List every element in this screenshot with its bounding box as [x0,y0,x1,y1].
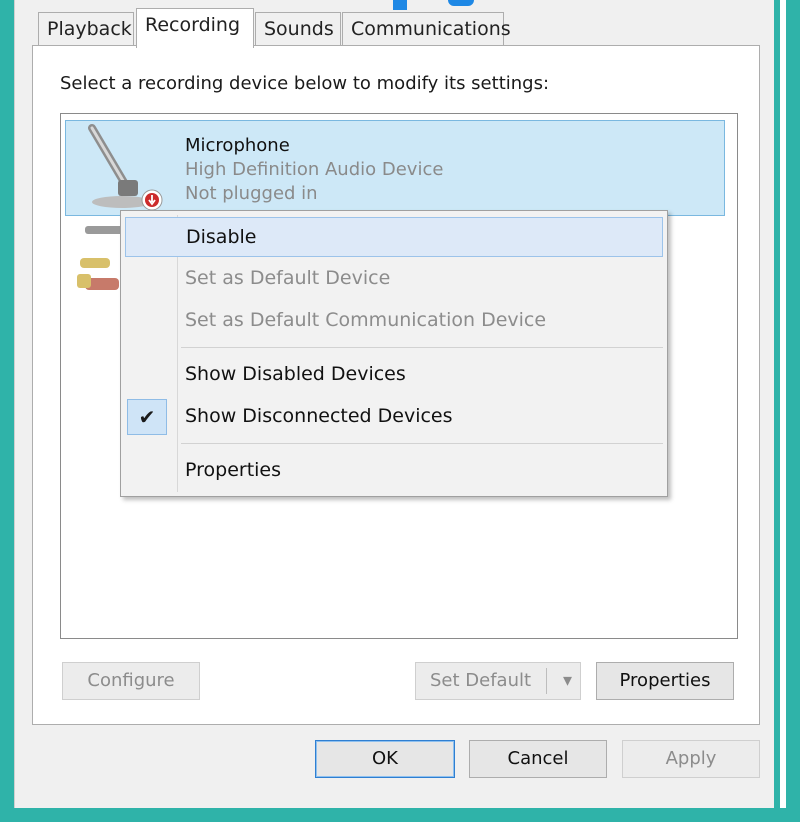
menu-item-show-disconnected[interactable]: Show Disconnected Devices [125,397,663,437]
window-border-gap [780,0,786,822]
tab-communications[interactable]: Communications [342,12,511,46]
chevron-down-icon[interactable]: ▾ [563,663,572,699]
menu-separator [181,347,663,348]
device-status: Not plugged in [185,183,318,204]
menu-item-show-disabled[interactable]: Show Disabled Devices [125,355,663,395]
tab-playback[interactable]: Playback [38,12,134,46]
set-default-label: Set Default [430,670,532,691]
line-in-icon [77,226,125,290]
device-name: Microphone [185,135,290,156]
window-border-right [774,0,800,822]
ok-button[interactable]: OK [315,740,455,778]
sound-dialog: Playback Recording Sounds Communications… [0,0,800,822]
window-border-bottom [0,808,800,822]
menu-separator [181,443,663,444]
tab-recording[interactable]: Recording [136,8,254,48]
menu-item-set-default-device[interactable]: Set as Default Device [125,259,663,299]
set-default-button[interactable]: Set Default ▾ [415,662,581,700]
properties-button[interactable]: Properties [596,662,734,700]
menu-item-disable[interactable]: Disable [125,217,663,257]
configure-button[interactable]: Configure [62,662,200,700]
cancel-button[interactable]: Cancel [469,740,607,778]
apply-button[interactable]: Apply [622,740,760,778]
split-divider [546,668,547,694]
title-fragment [448,0,474,6]
menu-item-set-default-communication[interactable]: Set as Default Communication Device [125,301,663,341]
device-subtitle: High Definition Audio Device [185,159,444,180]
window-border-left [0,0,14,822]
menu-item-properties[interactable]: Properties [125,451,663,491]
instruction-text: Select a recording device below to modif… [60,73,550,94]
title-fragment [393,0,407,10]
context-menu: Disable Set as Default Device Set as Def… [120,210,668,497]
microphone-icon [88,124,163,211]
tab-sounds[interactable]: Sounds [255,12,341,46]
